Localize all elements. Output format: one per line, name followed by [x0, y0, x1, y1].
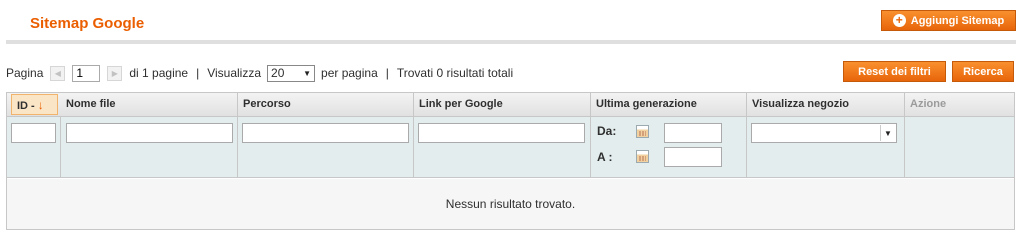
page-label: Pagina — [6, 66, 44, 80]
id-filter-input[interactable] — [11, 123, 56, 143]
empty-message: Nessun risultato trovato. — [445, 197, 576, 211]
filter-cell-id — [7, 117, 61, 177]
column-header-store-view[interactable]: Visualizza negozio — [747, 93, 905, 116]
column-header-id[interactable]: ID - ↓ — [11, 94, 58, 115]
calendar-icon[interactable] — [636, 125, 649, 138]
empty-results-row: Nessun risultato trovato. — [7, 179, 1014, 229]
filter-cell-action — [905, 117, 1014, 177]
pager: Pagina ◀ ▶ di 1 pagine | Visualizza 20 ▼… — [6, 63, 513, 83]
filter-cell-store-view: ▼ — [747, 117, 905, 177]
column-header-last-generation[interactable]: Ultima generazione — [591, 93, 747, 116]
filter-cell-path — [238, 117, 414, 177]
search-button[interactable]: Ricerca — [952, 61, 1014, 82]
filename-filter-input[interactable] — [66, 123, 233, 143]
page-number-input[interactable] — [72, 64, 101, 82]
column-header-action: Azione — [910, 98, 947, 110]
filter-cell-google-link — [414, 117, 591, 177]
add-sitemap-button[interactable]: + Aggiungi Sitemap — [881, 10, 1016, 31]
column-header-filename[interactable]: Nome file — [61, 93, 238, 116]
next-page-icon[interactable]: ▶ — [107, 65, 123, 81]
results-count: Trovati 0 risultati totali — [396, 66, 514, 80]
previous-page-icon[interactable]: ◀ — [50, 65, 66, 81]
grid-filter-row: Da: A : ▼ — [7, 117, 1014, 178]
google-link-filter-input[interactable] — [418, 123, 585, 143]
separator: | — [385, 66, 389, 80]
store-view-select[interactable]: ▼ — [751, 123, 897, 143]
view-label: Visualizza — [207, 66, 262, 80]
chevron-down-icon: ▼ — [880, 125, 895, 141]
column-header-path[interactable]: Percorso — [238, 93, 414, 116]
per-page-select[interactable]: 20 ▼ — [267, 64, 316, 82]
per-page-value: 20 — [271, 66, 285, 80]
sort-down-arrow-icon: ↓ — [37, 98, 44, 112]
page-count-text: di 1 pagine — [129, 66, 189, 80]
per-page-label: per pagina — [321, 66, 378, 80]
plus-circle-icon: + — [892, 14, 906, 27]
date-from-input[interactable] — [664, 123, 722, 143]
page-header: Sitemap Google + Aggiungi Sitemap — [6, 0, 1016, 44]
filter-cell-last-generation: Da: A : — [591, 117, 747, 177]
chevron-down-icon: ▼ — [303, 68, 312, 78]
date-from-label: Da: — [597, 124, 617, 138]
date-to-input[interactable] — [664, 147, 722, 167]
calendar-icon[interactable] — [636, 150, 649, 163]
column-header-google-link[interactable]: Link per Google — [414, 93, 591, 116]
separator: | — [196, 66, 200, 80]
reset-filters-button[interactable]: Reset dei filtri — [843, 61, 946, 82]
page-title: Sitemap Google — [30, 15, 145, 32]
date-to-label: A : — [597, 150, 613, 164]
grid-header-row: ID - ↓ Nome file Percorso Link per Google… — [7, 93, 1014, 117]
path-filter-input[interactable] — [242, 123, 409, 143]
add-sitemap-label: Aggiungi Sitemap — [910, 14, 1005, 27]
filter-cell-filename — [61, 117, 238, 177]
sitemap-grid: ID - ↓ Nome file Percorso Link per Google… — [6, 92, 1015, 230]
